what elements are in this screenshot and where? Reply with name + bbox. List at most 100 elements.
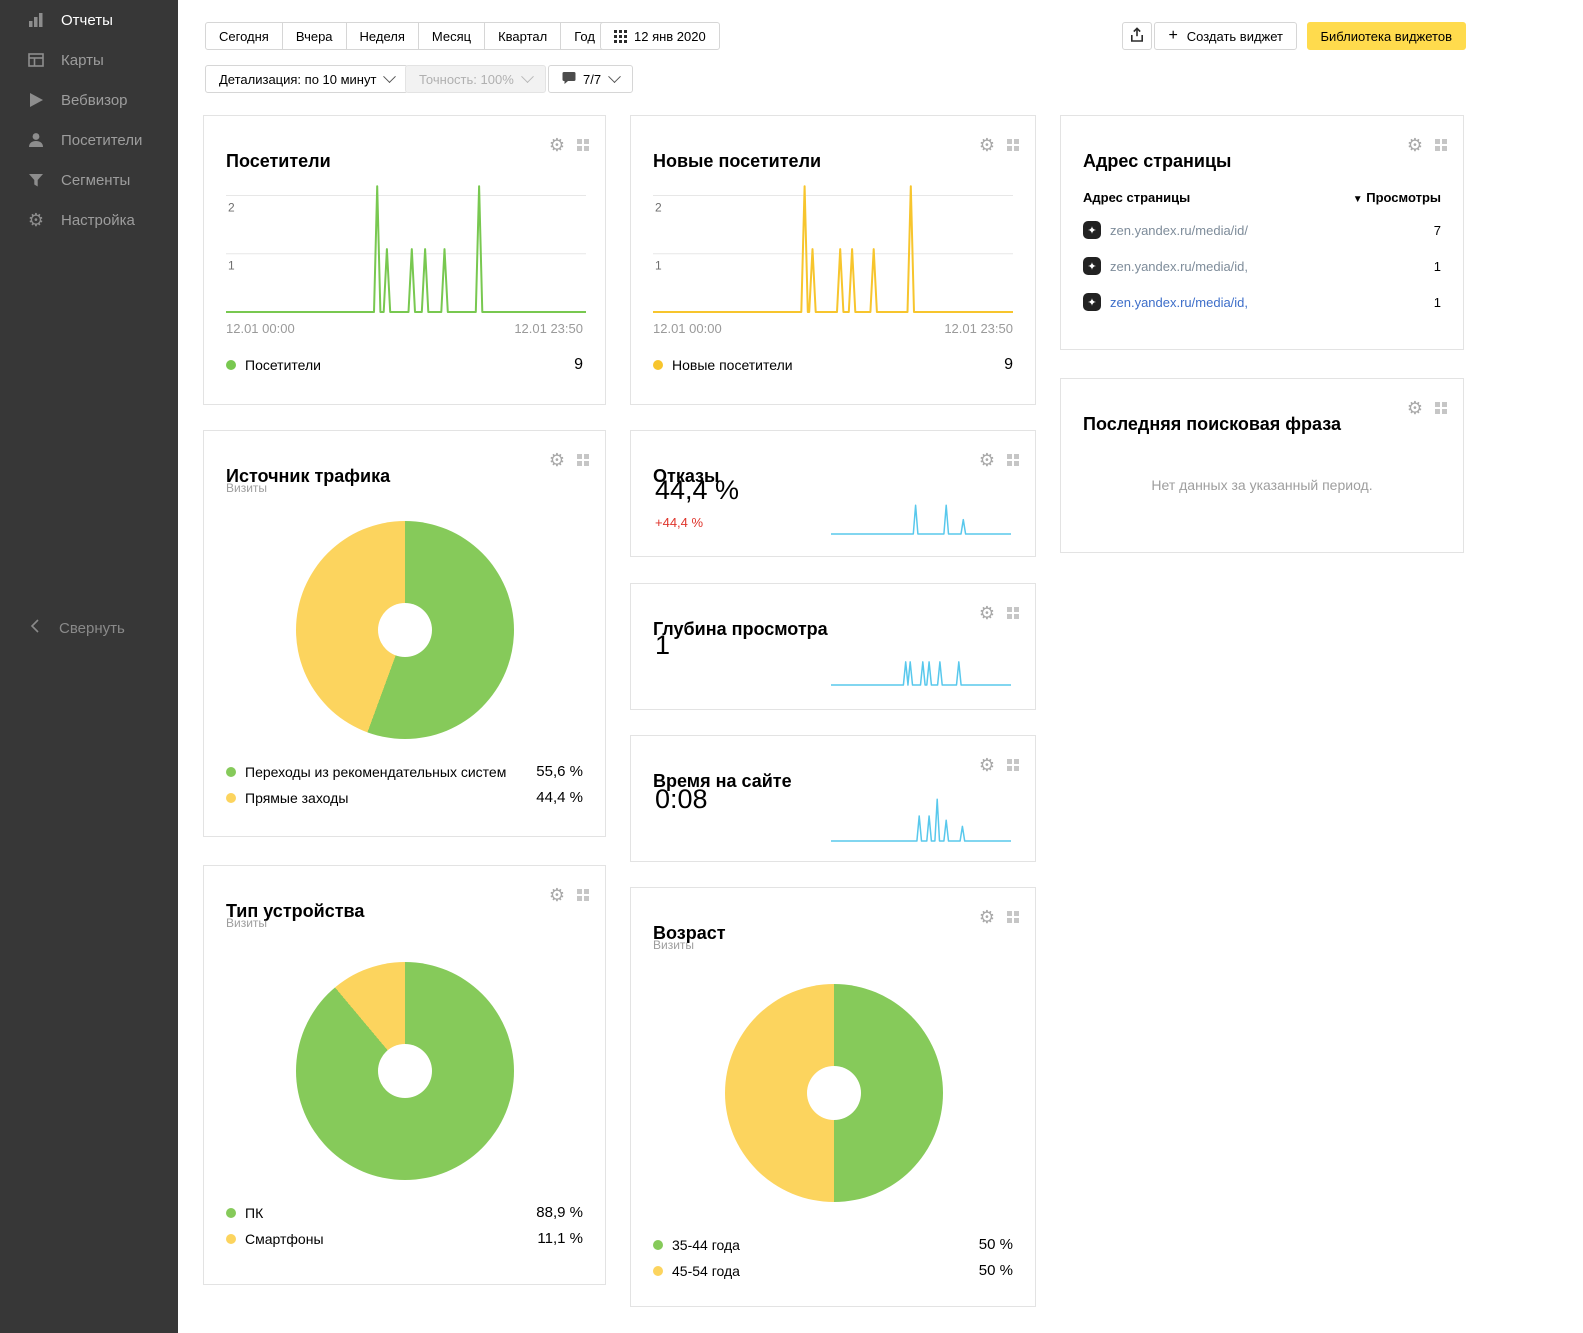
drag-handle-icon[interactable] [1007, 139, 1019, 151]
svg-text:1: 1 [228, 259, 235, 273]
calendar-grid-icon [614, 30, 627, 43]
create-widget-button[interactable]: + Создать виджет [1154, 22, 1297, 50]
drag-handle-icon[interactable] [1007, 759, 1019, 771]
date-picker-button[interactable]: 12 янв 2020 [600, 22, 720, 50]
visitors-line-chart[interactable]: 12 [226, 178, 586, 313]
widget-subtitle: Визиты [226, 481, 267, 495]
sidebar-item-label: Карты [61, 52, 104, 69]
legend-value: 88,9 % [536, 1204, 583, 1221]
time-on-site-sparkline[interactable] [831, 796, 1011, 842]
drag-handle-icon[interactable] [1007, 454, 1019, 466]
widget-title: Последняя поисковая фраза [1083, 414, 1341, 435]
sidebar-item-label: Вебвизор [61, 92, 128, 109]
gear-icon[interactable]: ⚙ [549, 451, 565, 469]
gear-icon[interactable]: ⚙ [1407, 399, 1423, 417]
new-visitors-line-chart[interactable]: 12 [653, 178, 1013, 313]
legend-value: 50 % [979, 1262, 1013, 1279]
sidebar-item-reports[interactable]: Отчеты [0, 0, 178, 40]
column-header-views[interactable]: Просмотры [1366, 190, 1441, 205]
zen-logo-icon: ✦ [1083, 293, 1101, 311]
legend-value: 44,4 % [536, 789, 583, 806]
chevron-left-icon [30, 619, 39, 637]
plus-icon: + [1168, 28, 1177, 44]
view-depth-value: 1 [655, 630, 670, 661]
widget-library-button[interactable]: Библиотека виджетов [1307, 22, 1467, 50]
legend-dot [226, 1234, 236, 1244]
sidebar-item-visitors[interactable]: Посетители [0, 120, 178, 160]
x-axis-start-label: 12.01 00:00 [226, 321, 295, 336]
accuracy-label: Точность: 100% [419, 72, 514, 87]
drag-handle-icon[interactable] [1435, 402, 1447, 414]
sidebar-collapse-button[interactable]: Свернуть [0, 612, 178, 644]
drag-handle-icon[interactable] [1435, 139, 1447, 151]
comments-label: 7/7 [583, 72, 601, 87]
bounces-sparkline[interactable] [831, 503, 1011, 535]
gear-icon: ⚙ [26, 210, 46, 230]
drag-handle-icon[interactable] [1007, 607, 1019, 619]
export-button[interactable] [1122, 22, 1152, 50]
period-tab-month[interactable]: Месяц [418, 22, 485, 50]
period-tab-quarter[interactable]: Квартал [484, 22, 561, 50]
chevron-down-icon [521, 70, 534, 83]
x-axis-end-label: 12.01 23:50 [944, 321, 1013, 336]
traffic-source-donut-chart[interactable] [296, 521, 514, 739]
sidebar-item-settings[interactable]: ⚙ Настройка [0, 200, 178, 240]
widget-card-view-depth: Глубина просмотра ⚙ 1 [630, 583, 1036, 710]
sort-arrow-icon: ▼ [1353, 194, 1363, 205]
legend-value: 50 % [979, 1236, 1013, 1253]
create-widget-label: Создать виджет [1187, 29, 1283, 44]
empty-state-text: Нет данных за указанный период. [1061, 477, 1463, 493]
sidebar-item-webvisor[interactable]: Вебвизор [0, 80, 178, 120]
period-tabs: Сегодня Вчера Неделя Месяц Квартал Год [205, 22, 609, 50]
sidebar: Отчеты Карты Вебвизор Посетители Сегмент… [0, 0, 178, 1333]
view-depth-sparkline[interactable] [831, 660, 1011, 686]
period-tab-today[interactable]: Сегодня [205, 22, 283, 50]
page-url-link[interactable]: zen.yandex.ru/media/id, [1110, 295, 1248, 310]
gear-icon[interactable]: ⚙ [1407, 136, 1423, 154]
page-url-link[interactable]: zen.yandex.ru/media/id, [1110, 259, 1248, 274]
gear-icon[interactable]: ⚙ [979, 136, 995, 154]
period-tab-week[interactable]: Неделя [346, 22, 419, 50]
legend-value: 9 [1004, 356, 1013, 374]
person-icon [26, 130, 46, 150]
legend-dot [226, 1208, 236, 1218]
play-icon [26, 90, 46, 110]
device-type-donut-chart[interactable] [296, 962, 514, 1180]
column-header-url[interactable]: Адрес страницы [1083, 190, 1190, 205]
period-tab-yesterday[interactable]: Вчера [282, 22, 347, 50]
sidebar-item-label: Настройка [61, 212, 135, 229]
detalization-dropdown[interactable]: Детализация: по 10 минут [205, 65, 408, 93]
gear-icon[interactable]: ⚙ [979, 756, 995, 774]
drag-handle-icon[interactable] [577, 139, 589, 151]
page-url-link[interactable]: zen.yandex.ru/media/id/ [1110, 223, 1248, 238]
gear-icon[interactable]: ⚙ [979, 604, 995, 622]
donut-hole [378, 603, 432, 657]
legend-label: ПК [245, 1205, 263, 1221]
speech-bubble-icon [562, 71, 576, 87]
svg-text:2: 2 [228, 200, 235, 214]
widget-library-label: Библиотека виджетов [1321, 29, 1453, 44]
legend-value: 11,1 % [537, 1230, 583, 1247]
gear-icon[interactable]: ⚙ [979, 908, 995, 926]
drag-handle-icon[interactable] [577, 454, 589, 466]
widget-card-visitors: Посетители ⚙ 12 12.01 00:00 12.01 23:50 … [203, 115, 606, 405]
age-donut-chart[interactable] [725, 984, 943, 1202]
bar-chart-icon [26, 10, 46, 30]
gear-icon[interactable]: ⚙ [549, 886, 565, 904]
legend-label: 35-44 года [672, 1237, 740, 1253]
gear-icon[interactable]: ⚙ [549, 136, 565, 154]
sidebar-item-maps[interactable]: Карты [0, 40, 178, 80]
widget-title: Адрес страницы [1083, 151, 1231, 172]
layout-icon [26, 50, 46, 70]
legend-dot [653, 360, 663, 370]
gear-icon[interactable]: ⚙ [979, 451, 995, 469]
drag-handle-icon[interactable] [577, 889, 589, 901]
comments-dropdown[interactable]: 7/7 [548, 65, 633, 93]
drag-handle-icon[interactable] [1007, 911, 1019, 923]
legend-label: Новые посетители [672, 357, 793, 373]
svg-text:1: 1 [655, 259, 662, 273]
sidebar-item-label: Отчеты [61, 12, 113, 29]
sidebar-item-segments[interactable]: Сегменты [0, 160, 178, 200]
widget-card-last-search-phrase: Последняя поисковая фраза ⚙ Нет данных з… [1060, 378, 1464, 553]
legend-dot [226, 793, 236, 803]
